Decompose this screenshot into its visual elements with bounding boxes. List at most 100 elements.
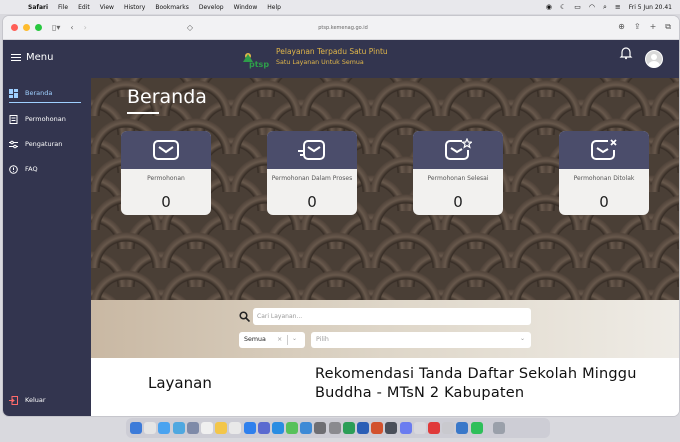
- menubar-view[interactable]: View: [100, 4, 114, 11]
- finder-icon[interactable]: [130, 422, 142, 434]
- chrome-icon[interactable]: [172, 422, 185, 434]
- trash-icon[interactable]: [492, 422, 505, 434]
- card-header: [413, 131, 503, 169]
- mail-sending-icon: [298, 140, 325, 160]
- calendar-icon[interactable]: [200, 422, 213, 434]
- launchpad-icon[interactable]: [144, 422, 157, 434]
- minimize-window-button[interactable]: [23, 24, 30, 31]
- sidebar-item-label: Permohonan: [25, 115, 66, 123]
- menubar-edit[interactable]: Edit: [78, 4, 90, 11]
- user-avatar[interactable]: [645, 50, 663, 68]
- menubar-history[interactable]: History: [124, 4, 145, 11]
- terminal-icon[interactable]: [314, 422, 327, 434]
- teams-icon[interactable]: [399, 422, 412, 434]
- select-divider: [287, 335, 288, 345]
- zoom-app-icon[interactable]: [456, 422, 469, 434]
- active-underline: [9, 102, 81, 103]
- facetime-icon[interactable]: [286, 422, 299, 434]
- question-icon: [9, 164, 18, 174]
- menubar-bookmarks[interactable]: Bookmarks: [155, 4, 189, 11]
- forward-icon[interactable]: ›: [84, 23, 87, 32]
- vscode-icon[interactable]: [271, 422, 284, 434]
- siri-icon[interactable]: ◉: [546, 3, 552, 11]
- card-label: Permohonan Dalam Proses: [271, 175, 353, 182]
- chevron-down-icon[interactable]: ⌄: [520, 335, 525, 342]
- safari-icon[interactable]: [158, 422, 171, 434]
- notes-icon[interactable]: [215, 422, 228, 434]
- reminders-icon[interactable]: [229, 422, 242, 434]
- settings-icon[interactable]: [186, 422, 199, 434]
- address-bar[interactable]: ptsp.kemenag.go.id: [243, 22, 443, 34]
- menu-label: Menu: [26, 52, 54, 63]
- share-icon[interactable]: ⇪: [634, 22, 641, 32]
- mail-star-icon: [445, 138, 472, 160]
- xcode-icon[interactable]: [257, 422, 270, 434]
- category-filter-value: Semua: [244, 336, 266, 343]
- excel-icon[interactable]: [342, 422, 355, 434]
- stat-card-ditolak[interactable]: Permohonan Ditolak 0: [559, 131, 649, 215]
- control-center-icon[interactable]: ≡: [615, 3, 621, 11]
- preview-icon[interactable]: [413, 422, 426, 434]
- main-content: Layanan Rekomendasi Tanda Daftar Sekolah…: [91, 358, 679, 416]
- whatsapp-icon[interactable]: [470, 422, 483, 434]
- tab-overview-icon[interactable]: ⧉: [665, 22, 671, 32]
- sidebar-item-label: Pengaturan: [25, 140, 63, 148]
- stat-card-dalam-proses[interactable]: Permohonan Dalam Proses 0: [267, 131, 357, 215]
- logout-button[interactable]: Keluar: [9, 393, 81, 407]
- browser-toolbar: ▯▾ ‹ › ◇ ptsp.kemenag.go.id ⊕ ⇪ + ⧉: [3, 16, 679, 40]
- search-spotlight-icon[interactable]: ⌕: [603, 3, 607, 12]
- service-select[interactable]: Pilih ⌄: [311, 332, 531, 348]
- menubar-window[interactable]: Window: [234, 4, 258, 11]
- sidebar-item-permohonan[interactable]: Permohonan: [9, 112, 81, 126]
- sidebar-item-beranda[interactable]: Beranda: [9, 86, 81, 103]
- sidebar-toggle-icon[interactable]: ▯▾: [52, 23, 60, 32]
- shield-icon[interactable]: ◇: [187, 23, 193, 32]
- stat-card-permohonan[interactable]: Permohonan 0: [121, 131, 211, 215]
- zoom-window-button[interactable]: [35, 24, 42, 31]
- ptsp-logo: ptsp: [243, 53, 269, 69]
- clear-filter-icon[interactable]: ×: [277, 336, 282, 343]
- wifi-icon[interactable]: ◠: [589, 3, 595, 11]
- activity-monitor-icon[interactable]: [328, 422, 341, 434]
- toolbar-right-actions: ⊕ ⇪ + ⧉: [618, 22, 671, 32]
- search-icon: [239, 311, 250, 322]
- search-input[interactable]: Cari Layanan...: [253, 308, 531, 325]
- chevron-down-icon[interactable]: ⌄: [292, 335, 297, 342]
- new-tab-icon[interactable]: +: [650, 22, 657, 32]
- menu-toggle-button[interactable]: Menu: [11, 52, 53, 63]
- photos-icon[interactable]: [385, 422, 398, 434]
- card-value: 0: [453, 193, 463, 211]
- stat-card-selesai[interactable]: Permohonan Selesai 0: [413, 131, 503, 215]
- menubar-clock[interactable]: Fri 5 Jun 20.41: [629, 4, 672, 11]
- sidebar-item-pengaturan[interactable]: Pengaturan: [9, 137, 81, 151]
- download-icon[interactable]: ⊕: [618, 22, 625, 32]
- sliders-icon: [9, 140, 18, 148]
- section-title: Layanan: [148, 374, 212, 392]
- app-store-icon[interactable]: [243, 422, 256, 434]
- menubar-develop[interactable]: Develop: [199, 4, 224, 11]
- mail-app-icon[interactable]: [300, 422, 313, 434]
- sidebar-item-label: FAQ: [25, 165, 38, 173]
- acrobat-icon[interactable]: [427, 422, 440, 434]
- bell-icon[interactable]: [619, 46, 633, 60]
- battery-icon[interactable]: ▭: [574, 3, 581, 11]
- dashboard-icon: [9, 88, 18, 98]
- menubar-help[interactable]: Help: [267, 4, 281, 11]
- category-filter-select[interactable]: Semua × ⌄: [239, 332, 305, 348]
- mail-icon: [153, 140, 179, 160]
- word-icon[interactable]: [357, 422, 369, 434]
- menubar-app-name[interactable]: Safari: [28, 4, 48, 11]
- back-icon[interactable]: ‹: [70, 23, 73, 32]
- sidebar-item-faq[interactable]: FAQ: [9, 162, 81, 176]
- browser-window: ▯▾ ‹ › ◇ ptsp.kemenag.go.id ⊕ ⇪ + ⧉ Menu…: [3, 16, 679, 416]
- sidebar: Beranda Permohonan Pengaturan FAQ Keluar: [3, 78, 91, 416]
- menubar-file[interactable]: File: [58, 4, 68, 11]
- window-controls: [11, 24, 42, 31]
- textedit-icon[interactable]: [442, 422, 455, 434]
- card-value: 0: [307, 193, 317, 211]
- service-title-link[interactable]: Rekomendasi Tanda Daftar Sekolah Minggu …: [315, 365, 645, 403]
- card-header: [267, 131, 357, 169]
- close-window-button[interactable]: [11, 24, 18, 31]
- moon-icon[interactable]: ☾: [560, 3, 566, 11]
- powerpoint-icon[interactable]: [371, 422, 384, 434]
